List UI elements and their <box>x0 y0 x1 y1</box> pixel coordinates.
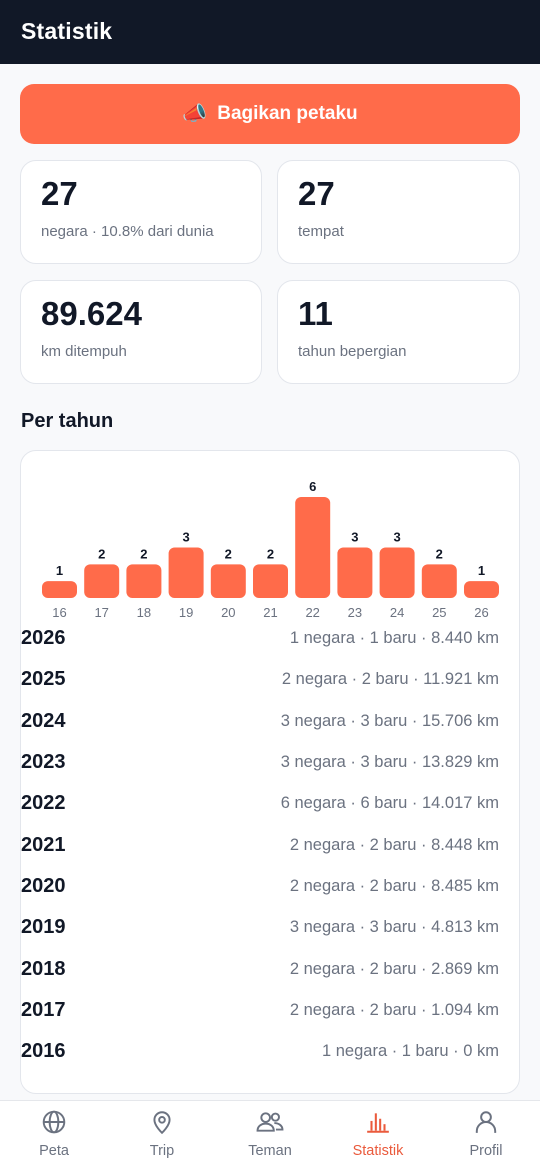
year-row: 2019 3 negara · 3 baru · 4.813 km <box>21 907 499 948</box>
bar-24 <box>379 547 415 598</box>
per-year-list: 2026 1 negara · 1 baru · 8.440 km 2025 2 ne… <box>21 618 499 1072</box>
year-summary: 1 negara · 1 baru · 0 km <box>321 1042 499 1061</box>
stat-card-places: 27 tempat <box>277 160 520 264</box>
bar-value-label: 3 <box>182 530 189 545</box>
year-label: 2022 <box>21 792 66 815</box>
share-map-button[interactable]: 📣 Bagikan petaku <box>20 84 520 144</box>
nav-item-peta[interactable]: Peta <box>0 1101 108 1171</box>
user-icon <box>475 1111 497 1133</box>
nav-item-label: Teman <box>248 1143 292 1159</box>
year-label: 2024 <box>21 709 66 732</box>
nav-item-teman[interactable]: Teman <box>216 1101 324 1171</box>
megaphone-icon: 📣 <box>182 103 208 125</box>
stat-label: tempat <box>298 223 344 240</box>
stat-card-years: 11 tahun bepergian <box>277 280 520 384</box>
bar-value-label: 3 <box>393 530 400 545</box>
year-label: 2023 <box>21 751 66 774</box>
bar-value-label: 2 <box>140 546 147 561</box>
year-summary: 2 negara · 2 baru · 8.448 km <box>289 835 499 854</box>
year-row: 2018 2 negara · 2 baru · 2.869 km <box>21 948 499 989</box>
bar-value-label: 2 <box>436 546 443 561</box>
nav-item-trip[interactable]: Trip <box>108 1101 216 1171</box>
share-map-label: Bagikan petaku <box>217 103 358 124</box>
stat-value: 11 <box>298 295 333 332</box>
page-title: Statistik <box>21 18 113 44</box>
year-summary: 3 negara · 3 baru · 4.813 km <box>289 918 499 937</box>
bar-25 <box>421 564 457 598</box>
nav-item-label: Statistik <box>352 1143 404 1159</box>
bar-value-label: 2 <box>267 546 274 561</box>
bar-23 <box>337 547 373 598</box>
year-label: 2016 <box>21 1040 66 1063</box>
year-summary: 2 negara · 2 baru · 1.094 km <box>289 1000 499 1019</box>
bottom-nav: Peta Trip Teman Statistik Profil <box>0 1100 540 1171</box>
year-row: 2026 1 negara · 1 baru · 8.440 km <box>21 618 499 659</box>
year-row: 2021 2 negara · 2 baru · 8.448 km <box>21 824 499 865</box>
year-row: 2020 2 negara · 2 baru · 8.485 km <box>21 866 499 907</box>
stat-value: 27 <box>41 175 78 212</box>
nav-item-profil[interactable]: Profil <box>432 1101 540 1171</box>
year-row: 2024 3 negara · 3 baru · 15.706 km <box>21 701 499 742</box>
year-summary: 2 negara · 2 baru · 8.485 km <box>289 876 499 895</box>
per-year-bar-chart: 116217218319220221622323324225126 <box>42 479 499 620</box>
bar-18 <box>126 564 162 598</box>
year-label: 2021 <box>21 833 66 856</box>
stat-label: tahun bepergian <box>298 343 407 360</box>
bar-26 <box>464 581 499 598</box>
year-summary: 3 negara · 3 baru · 15.706 km <box>280 711 499 730</box>
year-summary: 1 negara · 1 baru · 8.440 km <box>289 629 499 648</box>
stat-card-countries: 27 negara · 10.8% dari dunia <box>20 160 262 264</box>
year-row: 2025 2 negara · 2 baru · 11.921 km <box>21 659 499 700</box>
per-year-title: Per tahun <box>21 410 114 432</box>
bar-16 <box>42 581 77 598</box>
stat-card-distance: 89.624 km ditempuh <box>20 280 262 384</box>
stat-value: 27 <box>298 175 335 212</box>
bar-value-label: 1 <box>478 563 485 578</box>
nav-item-label: Peta <box>39 1143 69 1159</box>
year-label: 2017 <box>21 998 66 1021</box>
year-summary: 6 negara · 6 baru · 14.017 km <box>280 794 499 813</box>
stat-label: km ditempuh <box>41 343 127 360</box>
bar-17 <box>84 564 120 598</box>
bar-value-label: 3 <box>351 530 358 545</box>
bar-22 <box>295 497 331 598</box>
users-icon <box>256 1112 284 1132</box>
stat-label: negara · 10.8% dari dunia <box>41 223 214 240</box>
stat-value: 89.624 <box>41 295 142 332</box>
bar-value-label: 6 <box>309 479 316 494</box>
bar-19 <box>168 547 204 598</box>
nav-item-label: Profil <box>469 1143 503 1159</box>
top-bar: Statistik <box>0 0 540 64</box>
year-label: 2020 <box>21 874 66 897</box>
year-label: 2019 <box>21 916 66 939</box>
year-row: 2017 2 negara · 2 baru · 1.094 km <box>21 990 499 1031</box>
bar-20 <box>210 564 246 598</box>
bar-value-label: 1 <box>56 563 63 578</box>
year-label: 2025 <box>21 668 66 691</box>
year-row: 2016 1 negara · 1 baru · 0 km <box>21 1031 499 1072</box>
map-pin-icon <box>153 1111 171 1135</box>
nav-item-statistik[interactable]: Statistik <box>324 1101 432 1171</box>
year-label: 2018 <box>21 957 66 980</box>
year-label: 2026 <box>21 627 66 650</box>
year-summary: 2 negara · 2 baru · 2.869 km <box>289 959 499 978</box>
year-summary: 3 negara · 3 baru · 13.829 km <box>280 753 499 772</box>
bar-chart-icon <box>367 1113 389 1133</box>
year-row: 2022 6 negara · 6 baru · 14.017 km <box>21 783 499 824</box>
globe-icon <box>42 1110 66 1134</box>
nav-item-label: Trip <box>149 1143 175 1159</box>
year-summary: 2 negara · 2 baru · 11.921 km <box>281 670 499 689</box>
bar-21 <box>253 564 288 598</box>
bar-value-label: 2 <box>225 546 232 561</box>
bar-value-label: 2 <box>98 546 105 561</box>
year-row: 2023 3 negara · 3 baru · 13.829 km <box>21 742 499 783</box>
